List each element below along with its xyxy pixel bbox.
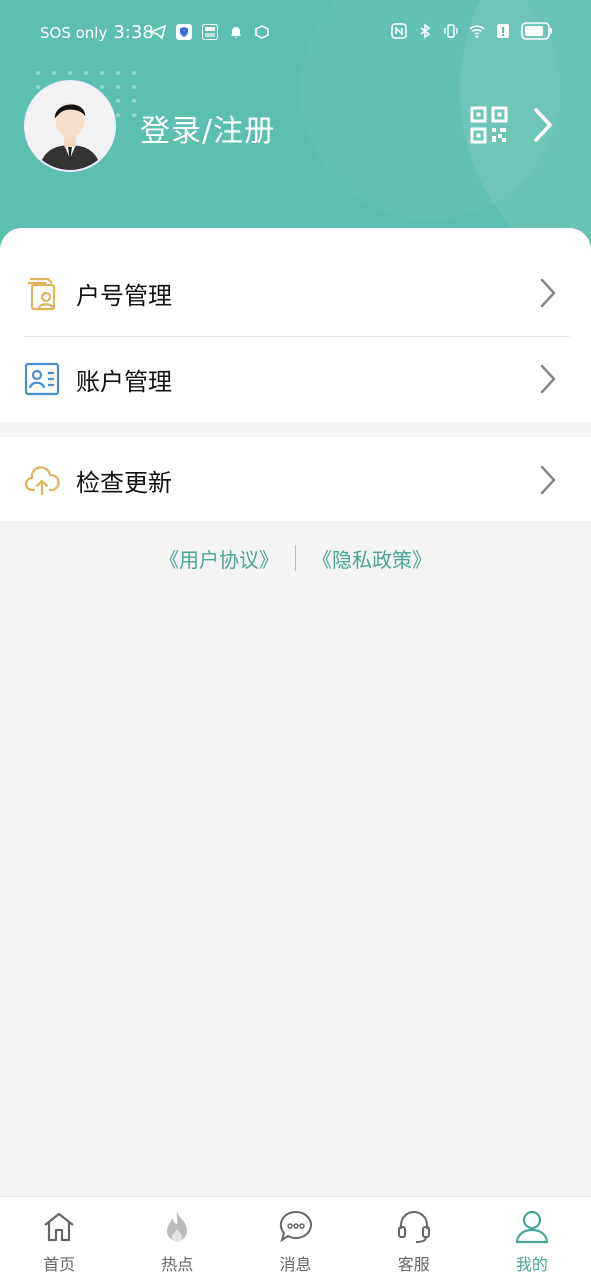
chevron-right-icon xyxy=(540,278,556,308)
message-icon xyxy=(279,1210,312,1243)
tab-messages[interactable]: 消息 xyxy=(236,1197,354,1280)
signal-alert-icon xyxy=(497,24,509,38)
chevron-right-icon xyxy=(540,465,556,495)
nfc-icon xyxy=(391,23,407,39)
tab-mine[interactable]: 我的 xyxy=(473,1197,591,1280)
app-notification-icon xyxy=(202,24,218,40)
link-separator xyxy=(295,545,296,571)
home-icon xyxy=(44,1212,74,1242)
bluetooth-icon xyxy=(420,23,431,39)
wifi-icon xyxy=(469,25,485,38)
menu-card-system: 检查更新 xyxy=(0,437,591,521)
qr-code-icon[interactable] xyxy=(470,106,508,144)
tab-customer-service[interactable]: 客服 xyxy=(355,1197,473,1280)
status-time-group: SOS only 3:38 xyxy=(40,22,154,43)
id-card-icon xyxy=(24,362,60,396)
tab-label: 消息 xyxy=(279,1255,312,1274)
cloud-upload-icon xyxy=(24,466,60,496)
tab-label: 热点 xyxy=(161,1255,194,1274)
bottom-tab-bar: 首页 热点 消息 客服 我的 xyxy=(0,1196,591,1280)
menu-item-label: 账户管理 xyxy=(76,367,172,396)
chevron-right-icon xyxy=(540,364,556,394)
legal-links: 《用户协议》 《隐私政策》 xyxy=(0,540,591,576)
menu-item-label: 检查更新 xyxy=(76,468,172,497)
fire-icon xyxy=(167,1211,188,1242)
tab-label: 首页 xyxy=(43,1255,76,1274)
telegram-icon xyxy=(150,24,166,40)
tab-label: 我的 xyxy=(515,1255,548,1274)
user-icon xyxy=(515,1210,549,1244)
chevron-right-icon[interactable] xyxy=(530,106,556,144)
avatar[interactable] xyxy=(24,80,116,172)
vibrate-icon xyxy=(444,24,458,38)
menu-item-account-management[interactable]: 账户管理 xyxy=(0,336,591,422)
menu-item-check-update[interactable]: 检查更新 xyxy=(0,437,591,523)
status-bar: SOS only 3:38 xyxy=(0,0,591,66)
headset-icon xyxy=(397,1211,430,1243)
user-portrait-icon xyxy=(26,82,114,170)
user-agreement-link[interactable]: 《用户协议》 xyxy=(159,544,279,573)
status-right-icons xyxy=(391,22,553,40)
shield-icon xyxy=(176,24,192,40)
login-register-link[interactable]: 登录/注册 xyxy=(140,106,275,150)
menu-item-account-number[interactable]: 户号管理 xyxy=(0,250,591,336)
cube-icon xyxy=(255,25,269,39)
tab-home[interactable]: 首页 xyxy=(0,1197,118,1280)
menu-card-accounts: 户号管理 账户管理 xyxy=(0,228,591,422)
privacy-policy-link[interactable]: 《隐私政策》 xyxy=(312,544,432,573)
bell-icon xyxy=(231,27,241,38)
tab-hot[interactable]: 热点 xyxy=(118,1197,236,1280)
account-number-icon xyxy=(28,277,56,311)
battery-icon xyxy=(521,22,552,40)
status-left-icons xyxy=(150,24,270,40)
tab-label: 客服 xyxy=(397,1255,430,1274)
carrier-label: SOS only xyxy=(40,24,108,42)
clock: 3:38 xyxy=(113,22,154,43)
menu-item-label: 户号管理 xyxy=(76,281,172,310)
